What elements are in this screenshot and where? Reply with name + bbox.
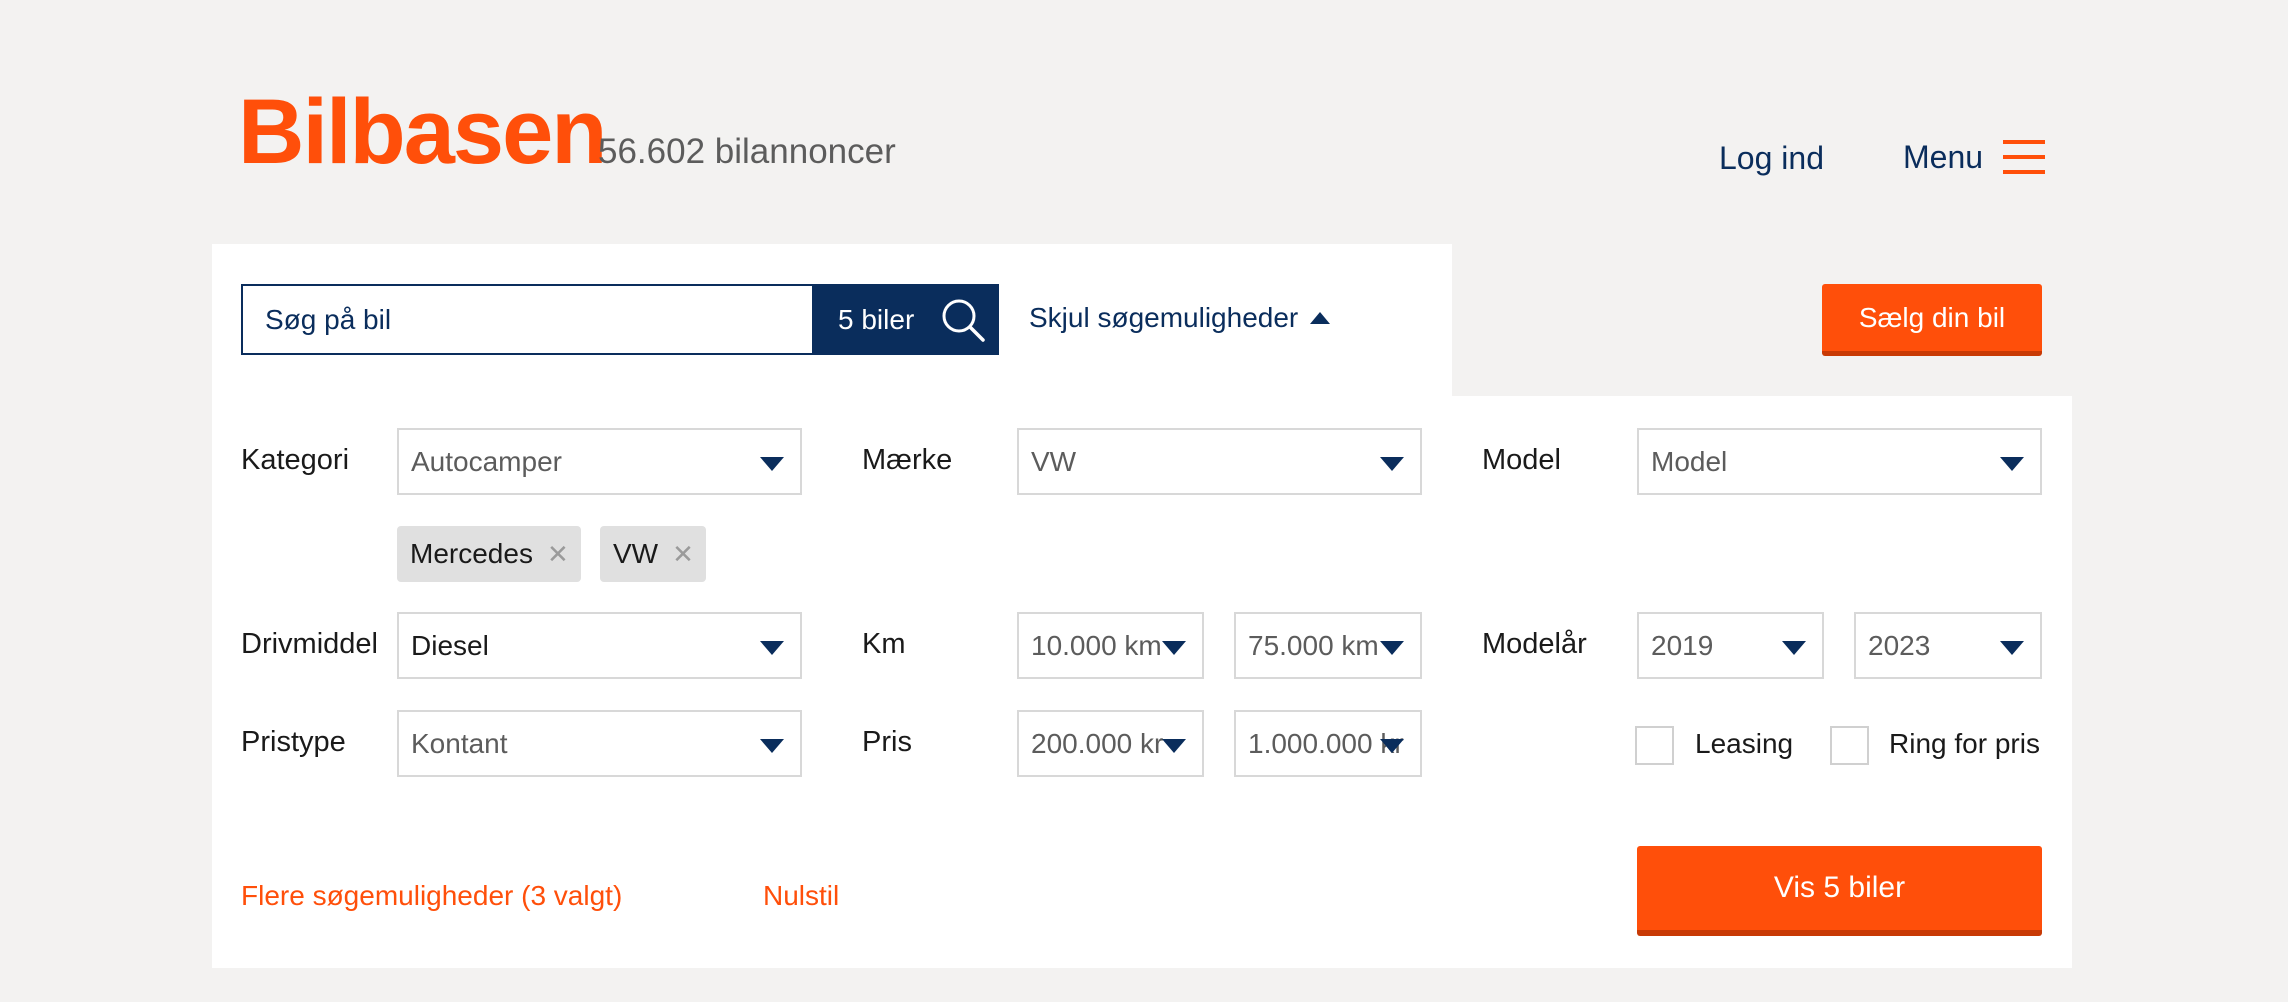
search-button[interactable]: 5 biler: [812, 284, 999, 355]
close-icon[interactable]: ✕: [672, 539, 694, 570]
chevron-down-icon: [1162, 739, 1186, 753]
km-to-select[interactable]: 75.000 km: [1234, 612, 1422, 679]
brand-chip-vw: VW ✕: [600, 526, 706, 582]
ring-for-pris-checkbox[interactable]: [1830, 726, 1869, 765]
chevron-down-icon: [760, 457, 784, 471]
login-link[interactable]: Log ind: [1719, 140, 1824, 177]
chip-label: Mercedes: [410, 538, 533, 569]
km-label: Km: [862, 628, 906, 660]
drivmiddel-select[interactable]: Diesel: [397, 612, 802, 679]
search-icon: [942, 299, 985, 342]
pris-label: Pris: [862, 726, 912, 758]
kategori-label: Kategori: [241, 444, 350, 476]
brand-chip-mercedes: Mercedes ✕: [397, 526, 581, 582]
modelaar-label: Modelår: [1482, 628, 1587, 660]
pristype-value: Kontant: [411, 727, 508, 759]
km-from-value: 10.000 km: [1031, 629, 1162, 661]
model-value: Model: [1651, 445, 1728, 477]
chevron-down-icon: [1380, 457, 1404, 471]
bilbasen-logo[interactable]: Bilbasen: [238, 86, 607, 178]
leasing-label: Leasing: [1695, 728, 1794, 759]
reset-link[interactable]: Nulstil: [763, 880, 839, 912]
hamburger-menu-icon: [2003, 138, 2046, 176]
chevron-down-icon: [1162, 641, 1186, 655]
maerke-label: Mærke: [862, 444, 953, 476]
show-results-button[interactable]: Vis 5 biler: [1637, 846, 2042, 936]
leasing-checkbox[interactable]: [1635, 726, 1674, 765]
model-label: Model: [1482, 444, 1561, 476]
more-search-options-link[interactable]: Flere søgemuligheder (3 valgt): [241, 880, 622, 912]
maerke-value: VW: [1031, 445, 1077, 477]
caret-up-icon: [1310, 312, 1331, 324]
chevron-down-icon: [1380, 739, 1404, 753]
kategori-select[interactable]: Autocamper: [397, 428, 802, 495]
pristype-select[interactable]: Kontant: [397, 710, 802, 777]
drivmiddel-value: Diesel: [411, 629, 489, 661]
chip-label: VW: [613, 538, 659, 569]
pristype-label: Pristype: [241, 726, 346, 758]
chevron-down-icon: [1782, 641, 1806, 655]
hide-search-options-toggle[interactable]: Skjul søgemuligheder: [1029, 302, 1331, 334]
maerke-select[interactable]: VW: [1017, 428, 1422, 495]
menu-button[interactable]: Menu: [1903, 138, 2046, 176]
modelaar-to-select[interactable]: 2023: [1854, 612, 2042, 679]
search-input[interactable]: Søg på bil: [241, 284, 813, 355]
modelaar-to-value: 2023: [1868, 629, 1931, 661]
chevron-down-icon: [760, 739, 784, 753]
hide-search-options-label: Skjul søgemuligheder: [1029, 302, 1299, 333]
pris-from-select[interactable]: 200.000 kr: [1017, 710, 1204, 777]
drivmiddel-label: Drivmiddel: [241, 628, 378, 660]
chevron-down-icon: [2000, 641, 2024, 655]
modelaar-from-value: 2019: [1651, 629, 1714, 661]
chevron-down-icon: [2000, 457, 2024, 471]
pris-to-select[interactable]: 1.000.000 kr: [1234, 710, 1422, 777]
modelaar-from-select[interactable]: 2019: [1637, 612, 1824, 679]
close-icon[interactable]: ✕: [547, 539, 569, 570]
km-from-select[interactable]: 10.000 km: [1017, 612, 1204, 679]
chevron-down-icon: [760, 641, 784, 655]
menu-label: Menu: [1903, 138, 1984, 175]
kategori-value: Autocamper: [411, 445, 562, 477]
km-to-value: 75.000 km: [1248, 629, 1379, 661]
search-button-label: 5 biler: [838, 303, 915, 335]
chevron-down-icon: [1380, 641, 1404, 655]
sell-car-button[interactable]: Sælg din bil: [1822, 284, 2042, 356]
pris-from-value: 200.000 kr: [1031, 727, 1164, 759]
ad-count: 56.602 bilannoncer: [598, 132, 896, 171]
model-select[interactable]: Model: [1637, 428, 2042, 495]
ring-for-pris-label: Ring for pris: [1889, 728, 2040, 759]
